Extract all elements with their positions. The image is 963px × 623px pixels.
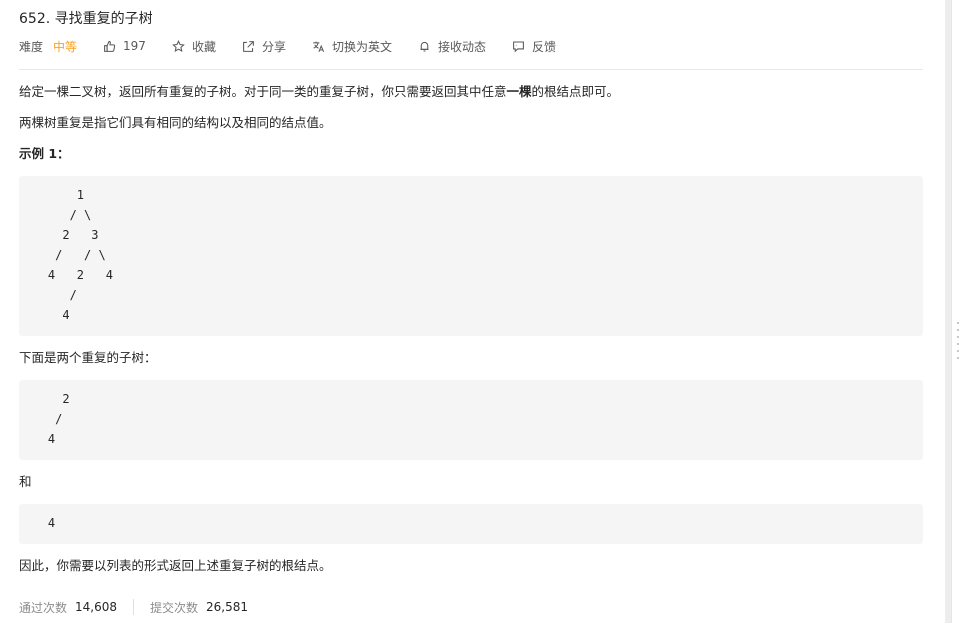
favorite-button[interactable]: 收藏 — [172, 38, 216, 55]
example-title: 示例 1： — [19, 146, 70, 161]
star-icon — [172, 39, 185, 52]
share-button[interactable]: 分享 — [242, 38, 286, 55]
translate-label: 切换为英文 — [331, 39, 392, 54]
difficulty-badge: 中等 — [53, 39, 78, 54]
description-paragraph-4: 和 — [19, 474, 32, 489]
grip-dot — [957, 343, 959, 345]
difficulty-label: 难度 — [19, 39, 44, 54]
duplicate-subtree-code-block-1: 2 / 4 — [19, 380, 923, 460]
duplicate-subtree-code-block-2: 4 — [19, 504, 923, 544]
grip-dot — [957, 336, 959, 338]
translate-button[interactable]: 切换为英文 — [312, 38, 392, 55]
problem-meta-bar: 难度 中等 197 收藏 分享 切换为英文 接收动态 反馈 — [19, 37, 582, 55]
panel-resize-gutter[interactable] — [951, 0, 963, 623]
submissions-count: 26,581 — [206, 600, 249, 614]
problem-description-panel: 652. 寻找重复的子树 难度 中等 197 收藏 分享 切换为英文 接收动态 … — [0, 0, 945, 623]
grip-dot — [957, 329, 959, 331]
submission-stats: 通过次数 14,608 提交次数 26,581 — [19, 598, 248, 616]
grip-dot — [957, 357, 959, 359]
submissions-label: 提交次数 — [150, 600, 199, 615]
stats-divider — [133, 599, 135, 615]
like-button[interactable]: 197 — [103, 39, 146, 53]
description-emphasis: 一棵 — [506, 84, 532, 99]
header-divider — [19, 69, 923, 70]
description-paragraph-1: 给定一棵二叉树，返回所有重复的子树。对于同一类的重复子树，你只需要返回其中任意一… — [19, 83, 619, 101]
accepted-count: 14,608 — [75, 600, 118, 614]
description-text: 给定一棵二叉树，返回所有重复的子树。对于同一类的重复子树，你只需要返回其中任意 — [19, 84, 507, 99]
translate-icon — [313, 41, 325, 52]
grip-dot — [957, 350, 959, 352]
bell-icon — [420, 41, 429, 51]
description-paragraph-2: 两棵树重复是指它们具有相同的结构以及相同的结点值。 — [19, 115, 332, 130]
description-paragraph-3: 下面是两个重复的子树： — [19, 350, 157, 365]
feedback-icon — [513, 41, 524, 52]
feedback-label: 反馈 — [532, 39, 557, 54]
accepted-label: 通过次数 — [19, 600, 68, 615]
favorite-label: 收藏 — [191, 39, 216, 54]
thumbs-up-icon — [104, 40, 116, 52]
notify-label: 接收动态 — [437, 39, 486, 54]
resize-handle[interactable] — [957, 322, 960, 366]
share-label: 分享 — [261, 39, 286, 54]
description-paragraph-5: 因此，你需要以列表的形式返回上述重复子树的根结点。 — [19, 558, 332, 573]
like-count: 197 — [123, 39, 146, 53]
share-icon — [243, 40, 254, 52]
description-text-end: 的根结点即可。 — [531, 84, 620, 99]
feedback-button[interactable]: 反馈 — [512, 38, 556, 55]
notify-button[interactable]: 接收动态 — [418, 38, 486, 55]
tree-example-code-block: 1 / \ 2 3 / / \ 4 2 4 / 4 — [19, 176, 923, 336]
problem-title: 652. 寻找重复的子树 — [19, 11, 153, 27]
grip-dot — [957, 322, 959, 324]
